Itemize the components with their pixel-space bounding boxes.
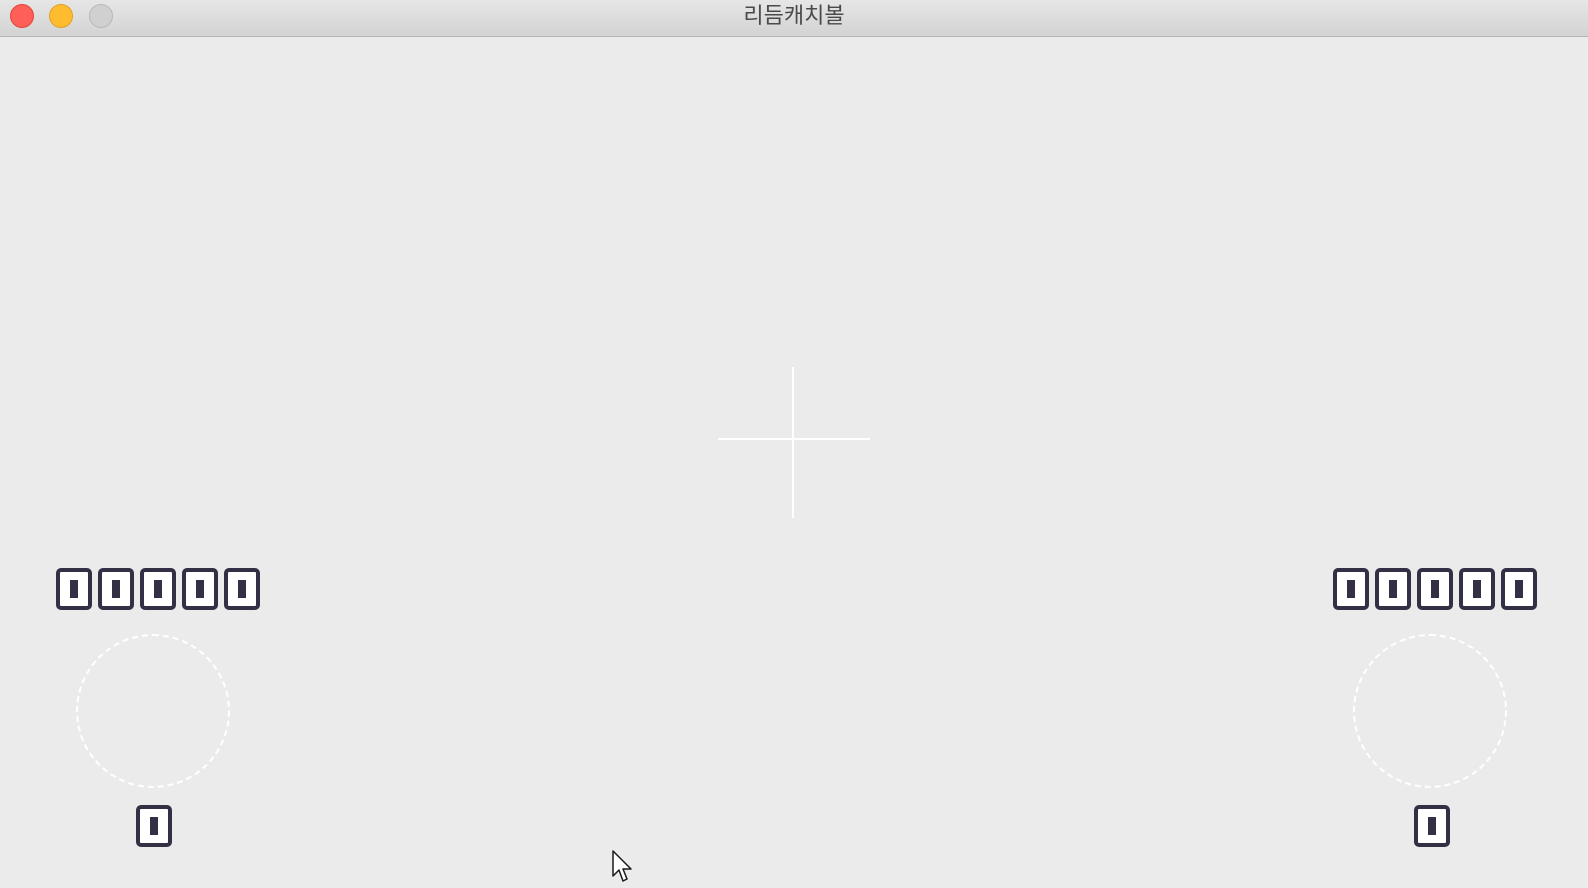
right-player-combo: 0 [1414,805,1450,847]
score-digit: 0 [1501,568,1537,610]
game-window: 리듬캐치볼 0 0 0 0 0 0 0 0 0 0 0 0 [0,0,1588,888]
score-digit: 0 [1375,568,1411,610]
score-digit: 0 [1333,568,1369,610]
left-player-score: 0 0 0 0 0 [56,568,260,610]
right-player-score: 0 0 0 0 0 [1333,568,1537,610]
crosshair-horizontal-line [718,438,870,440]
score-digit: 0 [1459,568,1495,610]
score-digit: 0 [224,568,260,610]
game-canvas[interactable]: 0 0 0 0 0 0 0 0 0 0 0 0 [0,37,1588,888]
mouse-pointer-icon [612,850,632,882]
score-digit: 0 [1417,568,1453,610]
score-digit: 0 [140,568,176,610]
combo-digit: 0 [1414,805,1450,847]
window-title: 리듬캐치볼 [743,4,845,29]
score-digit: 0 [56,568,92,610]
score-digit: 0 [98,568,134,610]
score-digit: 0 [182,568,218,610]
combo-digit: 0 [136,805,172,847]
title-bar: 리듬캐치볼 [0,0,1588,37]
right-catch-ring [1353,634,1507,788]
left-catch-ring [76,634,230,788]
crosshair-vertical-line [792,367,794,518]
left-player-combo: 0 [136,805,172,847]
